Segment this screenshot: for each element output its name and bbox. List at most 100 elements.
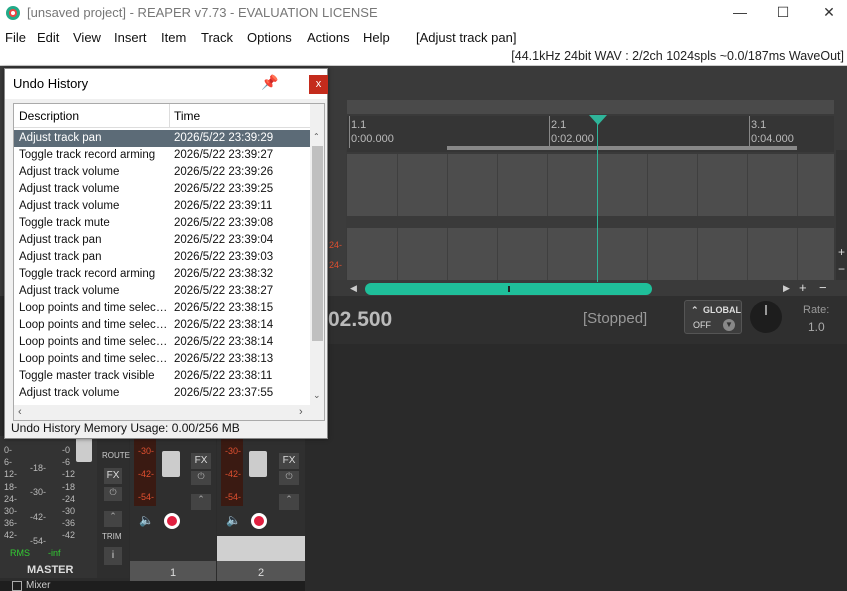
track-1-record-arm-icon[interactable] [164,513,180,529]
menu-help[interactable]: Help [363,30,390,45]
column-description[interactable]: Description [19,109,79,123]
undo-list[interactable]: Description Time Adjust track pan 2026/5/… [13,103,325,421]
zoom-out-vertical-icon[interactable]: − [838,262,845,276]
master-fx-button[interactable]: FX [104,468,122,484]
undo-row[interactable]: Adjust track volume 2026/5/22 23:39:26 [14,164,310,181]
zoom-in-icon[interactable]: + [799,280,807,295]
undo-horizontal-scrollbar[interactable]: ‹ › [14,405,324,420]
zoom-out-icon[interactable]: − [819,280,827,295]
track-1-label[interactable]: 1 [130,561,216,581]
track-2-record-arm-icon[interactable] [251,513,267,529]
undo-row[interactable]: Loop points and time selectio... 2026/5/2… [14,317,310,334]
mixer-tab-close-icon[interactable] [12,581,22,591]
master-volume-knob[interactable] [750,301,782,333]
track-1-fader-handle[interactable] [162,451,180,477]
rate-value[interactable]: 1.0 [808,320,825,334]
menu-options[interactable]: Options [247,30,292,45]
mixer-tab[interactable]: Mixer [26,580,50,591]
undo-row[interactable]: Toggle track mute 2026/5/22 23:39:08 [14,215,310,232]
undo-row-description: Adjust track volume [19,387,120,399]
track-1-mute-icon[interactable]: 🔈 [139,513,154,527]
minimize-button[interactable]: — [717,0,763,26]
scroll-down-icon[interactable]: ⌄ [313,390,321,401]
undo-row-description: Adjust track volume [19,183,120,195]
scroll-up-icon[interactable]: ⌃ [313,132,320,141]
track-2-fx-button[interactable]: FX [279,453,299,469]
undo-row-description: Loop points and time selectio... [19,302,169,314]
chevron-left-icon[interactable]: ‹ [18,406,22,418]
undo-row-time: 2026/5/22 23:38:14 [174,336,274,348]
menu-view[interactable]: View [73,30,101,45]
undo-row-time: 2026/5/22 23:39:27 [174,149,274,161]
menu-item[interactable]: Item [161,30,186,45]
mixer-tab-bar: Mixer [0,580,305,591]
menu-track[interactable]: Track [201,30,233,45]
undo-row[interactable]: Adjust track volume 2026/5/22 23:38:27 [14,283,310,300]
track-1-env-icon[interactable]: ⌃ [191,494,211,510]
undo-row-time: 2026/5/22 23:39:03 [174,251,274,263]
undo-row[interactable]: Adjust track volume 2026/5/22 23:37:55 [14,385,310,402]
track-1-fx-bypass-icon[interactable]: ⏻ [191,471,211,485]
undo-row-description: Adjust track pan [19,251,102,263]
undo-row[interactable]: Adjust track pan 2026/5/22 23:39:03 [14,249,310,266]
track-2-label[interactable]: 2 [217,561,305,581]
playhead-line [597,122,598,282]
master-fx-bypass-icon[interactable]: ⏻ [104,487,122,501]
undo-row[interactable]: Adjust track pan 2026/5/22 23:39:04 [14,232,310,249]
undo-row[interactable]: Loop points and time selectio... 2026/5/2… [14,300,310,317]
play-state-label: [Stopped] [583,310,648,327]
loop-range-bar[interactable] [447,146,797,150]
undo-row[interactable]: Loop points and time selectio... 2026/5/2… [14,334,310,351]
undo-window-header[interactable]: Undo History 📌 x [5,69,328,99]
undo-row[interactable]: Adjust track volume 2026/5/22 23:39:25 [14,181,310,198]
route-button[interactable]: ROUTE [102,451,130,460]
scroll-right-icon[interactable]: ▶ [783,283,790,294]
track-2-lane[interactable] [347,228,834,280]
menu-insert[interactable]: Insert [114,30,147,45]
master-fader-handle[interactable] [76,436,92,462]
scroll-left-icon[interactable]: ◀ [350,283,357,294]
undo-row-time: 2026/5/22 23:38:11 [174,370,273,382]
mixer-panel: 0- 6- 12- 18- 24- 30- 36- 42- -18- -30- -42- -54- … [0,436,305,591]
chevron-right-icon[interactable]: › [299,406,303,418]
horizontal-scroll-thumb[interactable] [365,283,652,295]
info-icon[interactable]: i [104,547,122,565]
undo-row[interactable]: Loop points and time selectio... 2026/5/2… [14,351,310,368]
close-button[interactable]: ✕ [806,0,847,26]
undo-row[interactable]: Toggle master track visible 2026/5/22 23:… [14,368,310,385]
ruler-bar-1: 1.1 [351,119,367,131]
undo-row[interactable]: Adjust track volume 2026/5/22 23:39:11 [14,198,310,215]
track-2-env-icon[interactable]: ⌃ [279,494,299,510]
track-2-selected-highlight [217,536,305,561]
master-label: MASTER [27,564,74,576]
undo-row[interactable]: Adjust track pan 2026/5/22 23:39:29 [14,130,310,147]
column-time[interactable]: Time [174,109,200,123]
undo-row-time: 2026/5/22 23:38:15 [174,302,274,314]
global-automation-button[interactable]: ⌃ GLOBAL OFF ▼ [684,300,742,334]
track-1-fx-button[interactable]: FX [191,453,211,469]
rate-label: Rate: [803,304,830,316]
trim-button[interactable]: TRIM [102,532,122,541]
undo-row-time: 2026/5/22 23:39:04 [174,234,274,246]
vertical-scrollbar[interactable] [836,150,847,280]
pin-icon[interactable]: 📌 [261,74,278,91]
menu-file[interactable]: File [5,30,26,45]
maximize-button[interactable]: ☐ [760,0,806,26]
undo-row-description: Loop points and time selectio... [19,353,169,365]
menu-actions[interactable]: Actions [307,30,350,45]
track-1-lane[interactable] [347,154,834,216]
undo-close-button[interactable]: x [309,75,328,94]
track-2-mute-icon[interactable]: 🔈 [226,513,241,527]
zoom-in-vertical-icon[interactable]: + [838,245,845,259]
undo-scroll-thumb[interactable] [312,146,323,341]
track-2-fader-handle[interactable] [249,451,267,477]
ruler-time-3: 0:04.000 [751,133,794,145]
master-env-icon[interactable]: ⌃ [104,511,122,527]
track-2-fx-bypass-icon[interactable]: ⏻ [279,471,299,485]
undo-row-description: Toggle track record arming [19,268,156,280]
undo-vertical-scrollbar[interactable]: ⌃ ⌄ [310,104,324,405]
playhead-marker-icon[interactable] [589,115,607,125]
undo-row[interactable]: Toggle track record arming 2026/5/22 23:3… [14,266,310,283]
undo-row[interactable]: Toggle track record arming 2026/5/22 23:3… [14,147,310,164]
menu-edit[interactable]: Edit [37,30,59,45]
